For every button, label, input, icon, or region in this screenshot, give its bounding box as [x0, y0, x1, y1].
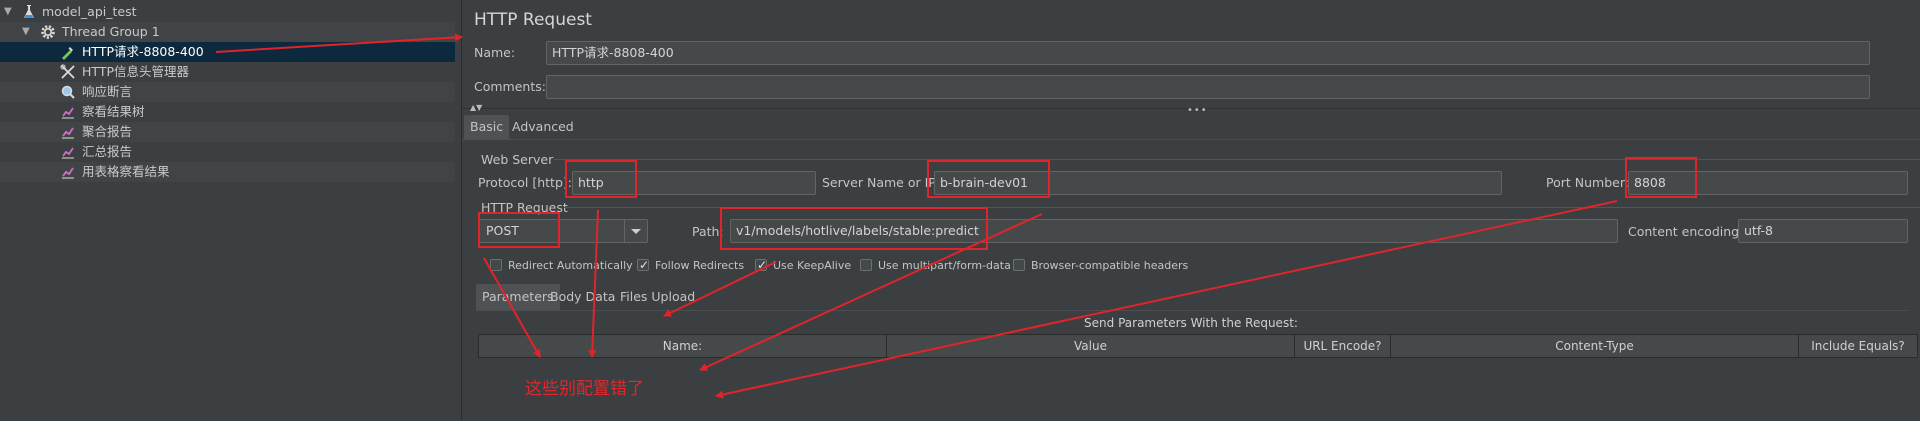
graph-icon — [62, 167, 74, 179]
panel-title: HTTP Request — [474, 10, 592, 30]
graph-icon — [62, 127, 74, 139]
name-field[interactable]: HTTP请求-8808-400 — [546, 41, 1870, 65]
group-border — [554, 159, 1920, 160]
encoding-field[interactable]: utf-8 — [1738, 219, 1908, 243]
magnifier-icon — [61, 85, 75, 99]
tree-item-aggregate-report[interactable]: 聚合报告 — [0, 122, 455, 142]
server-label: Server Name or IP: — [822, 175, 941, 190]
highlight-server — [927, 160, 1050, 198]
checkbox-box[interactable] — [860, 259, 872, 271]
wrench-icon — [60, 64, 75, 79]
column-header-url-encode[interactable]: URL Encode? — [1295, 335, 1391, 357]
tree-item-label: 聚合报告 — [82, 124, 133, 139]
tree-item-label: 汇总报告 — [82, 144, 133, 159]
collapse-arrows-icon[interactable]: ▲▼ — [470, 103, 482, 112]
graph-icon — [62, 147, 74, 159]
tree-item-label: Thread Group 1 — [62, 24, 160, 39]
tab-files-upload[interactable]: Files Upload — [614, 284, 701, 310]
path-label: Path: — [692, 224, 724, 239]
checkbox-box[interactable] — [637, 257, 649, 273]
tree-item-label: HTTP请求-8808-400 — [82, 44, 204, 59]
tab-underline — [462, 139, 1920, 140]
tree-item-label: model_api_test — [42, 4, 137, 19]
chevron-down-icon[interactable] — [624, 220, 647, 242]
web-server-group-label: Web Server — [481, 152, 554, 167]
comments-field[interactable] — [546, 75, 1870, 99]
tree-item-summary-report[interactable]: 汇总报告 — [0, 142, 455, 162]
tree-item-label: HTTP信息头管理器 — [82, 64, 189, 79]
column-header-include-equals[interactable]: Include Equals? — [1799, 335, 1917, 357]
highlight-method — [478, 212, 560, 248]
highlight-path — [720, 207, 988, 250]
tree-item-response-assertion[interactable]: 响应断言 — [0, 82, 455, 102]
annotation-note: 这些别配置错了 — [525, 379, 644, 399]
port-label: Port Number: — [1546, 175, 1629, 190]
highlight-protocol — [565, 160, 637, 198]
expand-toggle-icon[interactable]: ▼ — [22, 22, 30, 42]
http-request-panel: HTTP Request Name: HTTP请求-8808-400 Comme… — [462, 0, 1920, 421]
tree-item-thread-group[interactable]: ▼ Thread Group 1 — [0, 22, 455, 42]
checkbox-label: Use multipart/form-data — [878, 259, 1011, 272]
tree-item-header-manager[interactable]: HTTP信息头管理器 — [0, 62, 455, 82]
column-header-value[interactable]: Value — [887, 335, 1295, 357]
comments-label: Comments: — [474, 79, 546, 94]
tab-basic[interactable]: Basic — [464, 115, 510, 139]
column-header-name[interactable]: Name: — [479, 335, 887, 357]
column-header-content-type[interactable]: Content-Type — [1391, 335, 1799, 357]
tree-item-model-api-test[interactable]: ▼ model_api_test — [0, 2, 455, 22]
checkbox-label: Follow Redirects — [655, 259, 745, 272]
tree-item-http-request[interactable]: HTTP请求-8808-400 — [0, 42, 455, 62]
tab-body-data[interactable]: Body Data — [544, 284, 621, 310]
tree-item-results-tree[interactable]: 察看结果树 — [0, 102, 455, 122]
highlight-port — [1625, 157, 1697, 198]
expand-toggle-icon[interactable]: ▼ — [4, 2, 12, 22]
graph-icon — [62, 107, 74, 119]
tree-item-label: 用表格察看结果 — [82, 164, 170, 179]
checkbox-label: Browser-compatible headers — [1031, 259, 1189, 272]
tree-item-results-table[interactable]: 用表格察看结果 — [0, 162, 455, 182]
checkbox-label: Redirect Automatically — [508, 259, 633, 272]
encoding-label: Content encoding: — [1628, 224, 1744, 239]
protocol-label: Protocol [http]: — [478, 175, 572, 190]
parameter-tabs: Parameters Body Data Files Upload — [476, 284, 1920, 310]
tree-item-label: 响应断言 — [82, 84, 133, 99]
checkbox-label: Use KeepAlive — [773, 259, 852, 272]
checkbox-box[interactable] — [755, 257, 767, 273]
pipette-icon — [62, 47, 73, 60]
name-label: Name: — [474, 45, 516, 60]
tree-item-label: 察看结果树 — [82, 104, 145, 119]
gear-icon — [41, 25, 55, 39]
parameters-table-header: Name: Value URL Encode? Content-Type Inc… — [478, 334, 1918, 358]
drag-handle-icon[interactable]: ••• — [1187, 105, 1208, 116]
test-plan-tree: ▼ model_api_test ▼ Thread Group 1 HTTP请求… — [0, 0, 462, 421]
tab-advanced[interactable]: Advanced — [506, 115, 580, 139]
param-tab-underline — [476, 310, 1908, 311]
table-caption: Send Parameters With the Request: — [1084, 316, 1298, 330]
checkbox-box[interactable] — [490, 259, 502, 271]
flask-icon — [24, 5, 34, 18]
checkbox-box[interactable] — [1013, 259, 1025, 271]
